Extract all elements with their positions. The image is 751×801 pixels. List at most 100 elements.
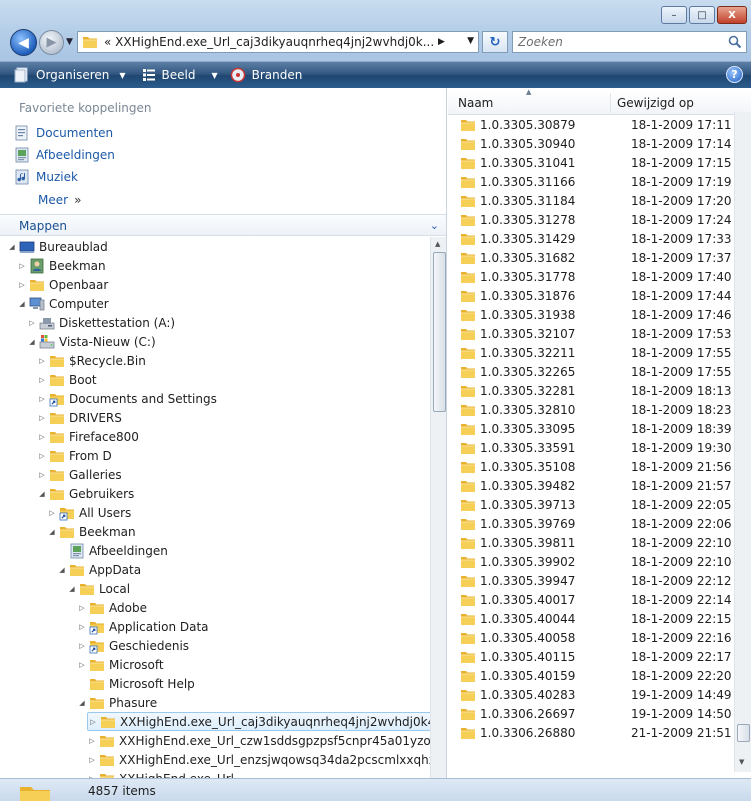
expanded-triangle-icon[interactable]: ◢: [27, 338, 37, 346]
favorite-link-music[interactable]: Muziek: [14, 169, 78, 185]
collapsed-triangle-icon[interactable]: ▷: [87, 756, 97, 764]
tree-item[interactable]: ▷ XXHighEnd.exe_Url_caj3dikyauqnrheq4jnj2…: [87, 712, 430, 731]
tree-item[interactable]: ▷ Beekman: [17, 256, 106, 275]
file-row[interactable]: 1.0.3305.35108 18-1-2009 21:56: [448, 457, 733, 476]
file-row[interactable]: 1.0.3305.31682 18-1-2009 17:37: [448, 248, 733, 267]
tree-item[interactable]: ▷ Adobe: [77, 598, 147, 617]
address-dropdown-icon[interactable]: ▼: [467, 36, 474, 46]
collapsed-triangle-icon[interactable]: ▷: [87, 737, 97, 745]
file-row[interactable]: 1.0.3305.40017 18-1-2009 22:14: [448, 590, 733, 609]
collapsed-triangle-icon[interactable]: ▷: [47, 509, 57, 517]
address-bar[interactable]: « XXHighEnd.exe_Url_caj3dikyauqnrheq4jnj…: [77, 31, 479, 53]
tree-item[interactable]: ▷ Geschiedenis: [77, 636, 189, 655]
search-icon[interactable]: [728, 35, 742, 49]
tree-item[interactable]: ▷ Microsoft: [77, 655, 163, 674]
collapsed-triangle-icon[interactable]: ▷: [37, 395, 47, 403]
file-row[interactable]: 1.0.3305.33591 18-1-2009 19:30: [448, 438, 733, 457]
expanded-triangle-icon[interactable]: ◢: [37, 490, 47, 498]
file-list-scrollbar[interactable]: ▼: [734, 112, 751, 772]
organize-button[interactable]: Organiseren ▼: [10, 67, 130, 83]
help-button[interactable]: ?: [726, 66, 743, 83]
column-divider[interactable]: [610, 93, 611, 113]
folder-tree-scrollbar[interactable]: ▲: [430, 237, 446, 778]
minimize-button[interactable]: –: [661, 6, 687, 24]
column-header-name[interactable]: Naam: [458, 96, 493, 110]
burn-button[interactable]: Branden: [226, 67, 307, 83]
tree-item[interactable]: ▷ All Users: [47, 503, 131, 522]
breadcrumb-arrow-icon[interactable]: ▶: [438, 37, 445, 47]
collapsed-triangle-icon[interactable]: ▷: [88, 718, 98, 726]
collapsed-triangle-icon[interactable]: ▷: [37, 414, 47, 422]
tree-item[interactable]: ▷ DRIVERS: [37, 408, 122, 427]
file-row[interactable]: 1.0.3305.32281 18-1-2009 18:13: [448, 381, 733, 400]
tree-item[interactable]: Afbeeldingen: [57, 541, 168, 560]
file-row[interactable]: 1.0.3305.39713 18-1-2009 22:05: [448, 495, 733, 514]
file-row[interactable]: 1.0.3305.31166 18-1-2009 17:19: [448, 172, 733, 191]
collapsed-triangle-icon[interactable]: ▷: [37, 376, 47, 384]
file-row[interactable]: 1.0.3305.39482 18-1-2009 21:57: [448, 476, 733, 495]
scroll-thumb[interactable]: [737, 724, 750, 742]
tree-item[interactable]: ◢ Computer: [17, 294, 108, 313]
close-button[interactable]: X: [717, 6, 747, 24]
forward-button[interactable]: ▶: [39, 30, 64, 55]
collapsed-triangle-icon[interactable]: ▷: [37, 471, 47, 479]
expanded-triangle-icon[interactable]: ◢: [7, 243, 17, 251]
file-row[interactable]: 1.0.3305.39947 18-1-2009 22:12: [448, 571, 733, 590]
tree-item[interactable]: ◢ Beekman: [47, 522, 135, 541]
expanded-triangle-icon[interactable]: ◢: [77, 699, 87, 707]
folders-header-bar[interactable]: Mappen ⌄: [0, 214, 446, 236]
file-row[interactable]: 1.0.3305.33095 18-1-2009 18:39: [448, 419, 733, 438]
expanded-triangle-icon[interactable]: ◢: [57, 566, 67, 574]
tree-item[interactable]: ◢ AppData: [57, 560, 141, 579]
tree-item[interactable]: ▷ XXHighEnd.exe_Url_enzsjwqowsq34da2pcscm…: [87, 750, 430, 769]
collapsed-triangle-icon[interactable]: ▷: [17, 262, 27, 270]
scroll-thumb[interactable]: [433, 252, 446, 412]
tree-item[interactable]: ▷ Fireface800: [37, 427, 139, 446]
address-path[interactable]: « XXHighEnd.exe_Url_caj3dikyauqnrheq4jnj…: [104, 35, 434, 49]
file-row[interactable]: 1.0.3306.26697 19-1-2009 14:50: [448, 704, 733, 723]
collapsed-triangle-icon[interactable]: ▷: [17, 281, 27, 289]
file-row[interactable]: 1.0.3305.32107 18-1-2009 17:53: [448, 324, 733, 343]
file-row[interactable]: 1.0.3305.31184 18-1-2009 17:20: [448, 191, 733, 210]
tree-item[interactable]: ◢ Local: [67, 579, 130, 598]
file-row[interactable]: 1.0.3305.31429 18-1-2009 17:33: [448, 229, 733, 248]
file-row[interactable]: 1.0.3305.30879 18-1-2009 17:11: [448, 115, 733, 134]
expanded-triangle-icon[interactable]: ◢: [67, 585, 77, 593]
more-links-button[interactable]: Meer »: [38, 193, 81, 207]
file-row[interactable]: 1.0.3305.39902 18-1-2009 22:10: [448, 552, 733, 571]
file-row[interactable]: 1.0.3305.32265 18-1-2009 17:55: [448, 362, 733, 381]
tree-item[interactable]: ◢ Vista-Nieuw (C:): [27, 332, 156, 351]
tree-item[interactable]: ▷ From D: [37, 446, 112, 465]
favorite-link-documents[interactable]: Documenten: [14, 125, 113, 141]
chevron-down-icon[interactable]: ⌄: [430, 219, 439, 232]
file-row[interactable]: 1.0.3305.40283 19-1-2009 14:49: [448, 685, 733, 704]
tree-item[interactable]: ▷ Documents and Settings: [37, 389, 217, 408]
file-row[interactable]: 1.0.3305.40044 18-1-2009 22:15: [448, 609, 733, 628]
file-row[interactable]: 1.0.3305.39811 18-1-2009 22:10: [448, 533, 733, 552]
favorite-link-pictures[interactable]: Afbeeldingen: [14, 147, 115, 163]
file-row[interactable]: 1.0.3305.40115 18-1-2009 22:17: [448, 647, 733, 666]
file-row[interactable]: 1.0.3305.30940 18-1-2009 17:14: [448, 134, 733, 153]
collapsed-triangle-icon[interactable]: ▷: [37, 433, 47, 441]
tree-item[interactable]: ▷ Galleries: [37, 465, 121, 484]
collapsed-triangle-icon[interactable]: ▷: [77, 642, 87, 650]
tree-item[interactable]: ▷ Diskettestation (A:): [27, 313, 175, 332]
tree-item[interactable]: ▷ $Recycle.Bin: [37, 351, 146, 370]
tree-item[interactable]: ▷XXHighEnd.exe_Url_...: [87, 769, 251, 778]
file-row[interactable]: 1.0.3305.31278 18-1-2009 17:24: [448, 210, 733, 229]
tree-item[interactable]: ◢ Bureaublad: [7, 237, 107, 256]
search-input[interactable]: Zoeken: [512, 31, 747, 53]
file-row[interactable]: 1.0.3306.26880 21-1-2009 21:51: [448, 723, 733, 742]
file-row[interactable]: 1.0.3305.31938 18-1-2009 17:46: [448, 305, 733, 324]
expanded-triangle-icon[interactable]: ◢: [47, 528, 57, 536]
collapsed-triangle-icon[interactable]: ▷: [37, 357, 47, 365]
tree-item[interactable]: Microsoft Help: [77, 674, 195, 693]
file-row[interactable]: 1.0.3305.31778 18-1-2009 17:40: [448, 267, 733, 286]
file-row[interactable]: 1.0.3305.31876 18-1-2009 17:44: [448, 286, 733, 305]
file-row[interactable]: 1.0.3305.32211 18-1-2009 17:55: [448, 343, 733, 362]
tree-item[interactable]: ◢ Gebruikers: [37, 484, 134, 503]
file-row[interactable]: 1.0.3305.31041 18-1-2009 17:15: [448, 153, 733, 172]
scroll-up-icon[interactable]: ▲: [435, 240, 440, 248]
column-header-date[interactable]: Gewijzigd op: [617, 96, 694, 110]
maximize-button[interactable]: □: [689, 6, 715, 24]
